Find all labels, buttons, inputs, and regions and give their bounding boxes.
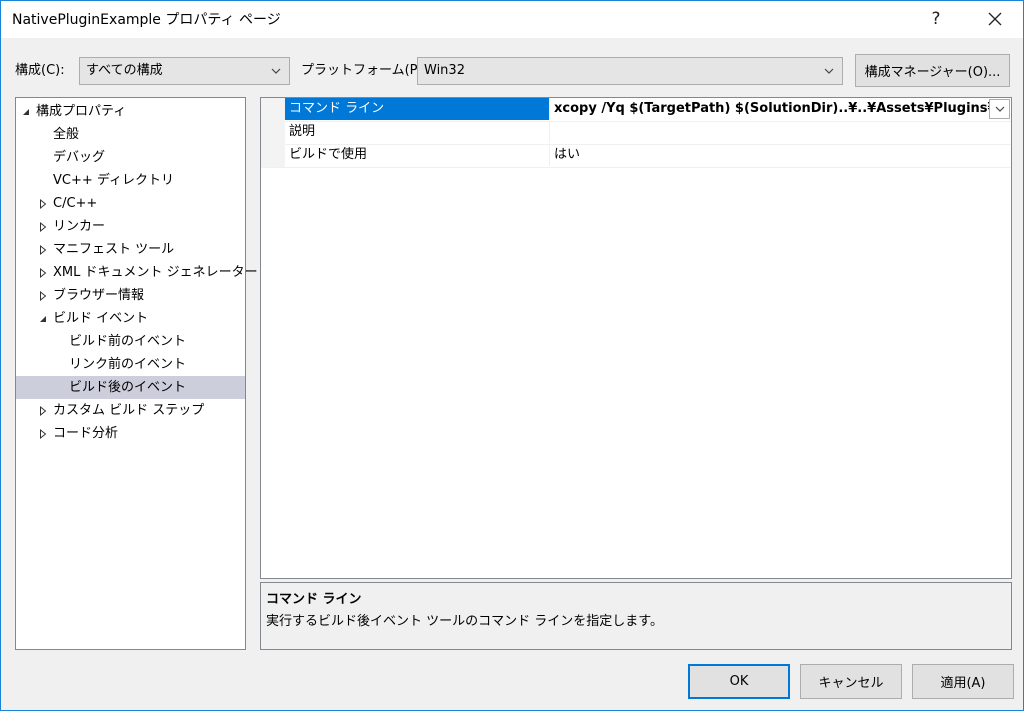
collapsed-triangle-icon bbox=[40, 198, 47, 209]
platform-value: Win32 bbox=[424, 63, 465, 78]
config-value: すべての構成 bbox=[86, 63, 163, 78]
tree-item-code-analysis[interactable]: コード分析 bbox=[16, 422, 245, 445]
prop-name: ビルドで使用 bbox=[285, 144, 550, 166]
prop-value[interactable] bbox=[551, 121, 991, 143]
collapsed-triangle-icon bbox=[40, 405, 47, 416]
description-title: コマンド ライン bbox=[266, 592, 362, 607]
tree-item-label: VC++ ディレクトリ bbox=[53, 173, 174, 188]
tree-item-general[interactable]: 全般 bbox=[16, 123, 245, 146]
property-grid: コマンド ライン xcopy /Yq $(TargetPath) $(Solut… bbox=[260, 97, 1012, 579]
grid-row-description[interactable]: 説明 bbox=[261, 121, 1011, 145]
tree-item-label: C/C++ bbox=[53, 196, 98, 211]
tree-item-custom-build-step[interactable]: カスタム ビルド ステップ bbox=[16, 399, 245, 422]
tree-item-label: ビルド前のイベント bbox=[69, 334, 187, 349]
platform-label: プラットフォーム(P): bbox=[301, 63, 427, 78]
tree-item-label: 全般 bbox=[53, 127, 80, 142]
tree-item-label: ブラウザー情報 bbox=[53, 288, 145, 303]
collapsed-triangle-icon bbox=[40, 244, 47, 255]
tree-item-browse-info[interactable]: ブラウザー情報 bbox=[16, 284, 245, 307]
tree-item-label: マニフェスト ツール bbox=[53, 242, 175, 257]
tree-item-label: コード分析 bbox=[53, 426, 119, 441]
config-select[interactable]: すべての構成 bbox=[79, 57, 290, 85]
collapsed-triangle-icon bbox=[40, 221, 47, 232]
tree-item-label: デバッグ bbox=[53, 150, 106, 165]
tree-item-vc-directories[interactable]: VC++ ディレクトリ bbox=[16, 169, 245, 192]
tree-item-pre-link-event[interactable]: リンク前のイベント bbox=[16, 353, 245, 376]
ok-button[interactable]: OK bbox=[688, 664, 790, 699]
value-dropdown-button[interactable] bbox=[989, 99, 1010, 119]
tree-item-post-build-event[interactable]: ビルド後のイベント bbox=[16, 376, 245, 399]
close-icon bbox=[988, 12, 1002, 26]
tree-item-label: リンカー bbox=[53, 219, 106, 234]
close-button[interactable] bbox=[972, 0, 1018, 38]
description-text: 実行するビルド後イベント ツールのコマンド ラインを指定します。 bbox=[266, 614, 663, 629]
tree-item-label: ビルド イベント bbox=[53, 311, 149, 326]
prop-value[interactable]: はい bbox=[551, 144, 991, 166]
tree-item-label: XML ドキュメント ジェネレーター bbox=[53, 265, 258, 280]
chevron-down-icon bbox=[271, 68, 281, 74]
tree-item-manifest-tool[interactable]: マニフェスト ツール bbox=[16, 238, 245, 261]
expanded-triangle-icon bbox=[23, 108, 29, 115]
property-tree[interactable]: 構成プロパティ 全般 デバッグ VC++ ディレクトリ C/C++ リンカー マ… bbox=[15, 97, 258, 650]
config-manager-button[interactable]: 構成マネージャー(O)... bbox=[855, 54, 1010, 87]
chevron-down-icon bbox=[995, 106, 1004, 112]
tree-item-config-properties[interactable]: 構成プロパティ bbox=[16, 100, 245, 123]
help-icon: ? bbox=[931, 9, 941, 29]
chevron-down-icon bbox=[824, 68, 834, 74]
tree-item-label: ビルド後のイベント bbox=[69, 380, 187, 395]
platform-select[interactable]: Win32 bbox=[417, 57, 843, 85]
prop-value-input[interactable]: xcopy /Yq $(TargetPath) $(SolutionDir)..… bbox=[551, 98, 991, 120]
tree-item-label: 構成プロパティ bbox=[36, 104, 127, 119]
description-panel: コマンド ライン 実行するビルド後イベント ツールのコマンド ラインを指定します… bbox=[260, 582, 1012, 650]
tree-item-debugging[interactable]: デバッグ bbox=[16, 146, 245, 169]
window-title: NativePluginExample プロパティ ページ bbox=[12, 12, 281, 28]
expanded-triangle-icon bbox=[40, 315, 46, 322]
grid-row-use-in-build[interactable]: ビルドで使用 はい bbox=[261, 144, 1011, 168]
tree-item-label: カスタム ビルド ステップ bbox=[53, 403, 205, 418]
apply-button[interactable]: 適用(A) bbox=[912, 664, 1014, 699]
tree-item-cpp[interactable]: C/C++ bbox=[16, 192, 245, 215]
cancel-button[interactable]: キャンセル bbox=[800, 664, 902, 699]
tree-item-linker[interactable]: リンカー bbox=[16, 215, 245, 238]
tree-item-pre-build-event[interactable]: ビルド前のイベント bbox=[16, 330, 245, 353]
tree-item-build-events[interactable]: ビルド イベント bbox=[16, 307, 245, 330]
grid-row-command-line[interactable]: コマンド ライン xcopy /Yq $(TargetPath) $(Solut… bbox=[261, 98, 1011, 122]
collapsed-triangle-icon bbox=[40, 267, 47, 278]
tree-item-label: リンク前のイベント bbox=[69, 357, 187, 372]
prop-name: 説明 bbox=[285, 121, 550, 143]
tree-item-xml-doc-generator[interactable]: XML ドキュメント ジェネレーター bbox=[16, 261, 258, 284]
collapsed-triangle-icon bbox=[40, 428, 47, 439]
help-button[interactable]: ? bbox=[913, 0, 959, 38]
config-label: 構成(C): bbox=[15, 63, 65, 78]
collapsed-triangle-icon bbox=[40, 290, 47, 301]
prop-name: コマンド ライン bbox=[285, 98, 550, 120]
